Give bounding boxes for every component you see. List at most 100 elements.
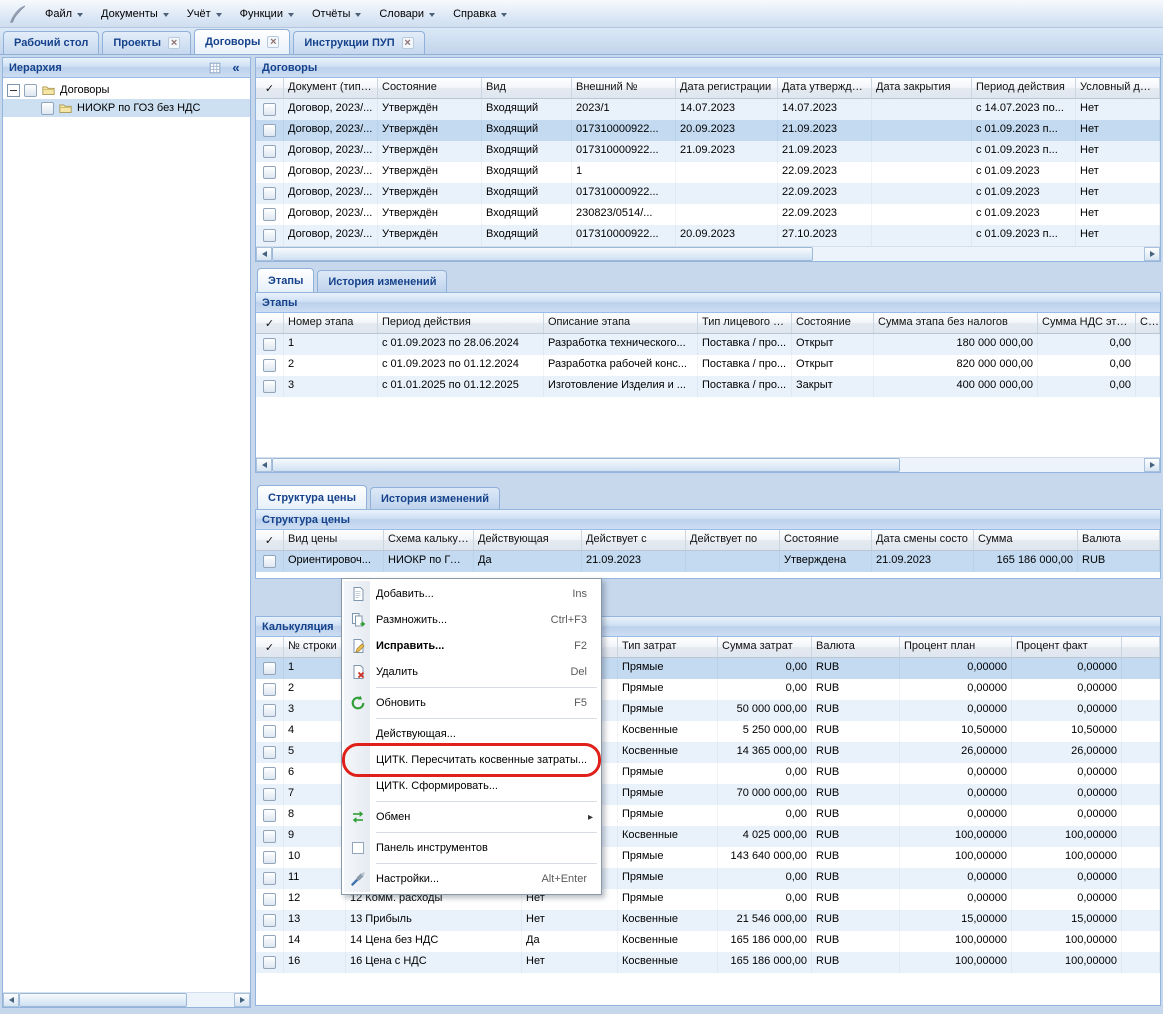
row-checkbox[interactable] xyxy=(263,809,276,822)
column-header[interactable]: Вид цены xyxy=(284,530,384,550)
column-header[interactable]: Вид xyxy=(482,78,572,98)
column-header[interactable]: Описание этапа xyxy=(544,313,698,333)
table-row[interactable]: Договор, 2023/...УтверждёнВходящий230823… xyxy=(256,204,1160,225)
scroll-left-button[interactable] xyxy=(256,458,272,472)
column-header[interactable]: Сумма затрат xyxy=(718,637,812,657)
table-row[interactable]: 3с 01.01.2025 по 01.12.2025Изготовление … xyxy=(256,376,1160,397)
table-row[interactable]: Договор, 2023/...УтверждёнВходящий017310… xyxy=(256,141,1160,162)
table-row[interactable]: 1313 ПрибыльНетКосвенные21 546 000,00RUB… xyxy=(256,910,1160,931)
scrollbar-track[interactable] xyxy=(19,993,234,1007)
menubar-item[interactable]: Файл xyxy=(36,3,92,25)
column-header[interactable]: Схема калькуляци xyxy=(384,530,474,550)
scrollbar-thumb[interactable] xyxy=(272,458,900,472)
row-checkbox[interactable] xyxy=(263,893,276,906)
column-header[interactable]: Период действия xyxy=(378,313,544,333)
column-header[interactable]: Внешний № xyxy=(572,78,676,98)
table-row[interactable]: Договор, 2023/...УтверждёнВходящий017310… xyxy=(256,120,1160,141)
column-header[interactable]: Действующая xyxy=(474,530,582,550)
row-checkbox[interactable] xyxy=(263,555,276,568)
scroll-right-button[interactable] xyxy=(1144,458,1160,472)
row-checkbox[interactable] xyxy=(263,746,276,759)
scrollbar-thumb[interactable] xyxy=(19,993,187,1007)
context-menu-item[interactable]: Действующая... xyxy=(344,721,599,747)
tab-close-icon[interactable]: × xyxy=(402,37,414,49)
context-menu-item[interactable]: Исправить...F2 xyxy=(344,633,599,659)
menubar-item[interactable]: Документы xyxy=(92,3,178,25)
column-header[interactable]: Номер этапа xyxy=(284,313,378,333)
row-checkbox[interactable] xyxy=(263,788,276,801)
context-menu-item[interactable]: Обмен▸ xyxy=(344,804,599,830)
column-header[interactable]: Тип лицевого счёт xyxy=(698,313,792,333)
row-checkbox[interactable] xyxy=(263,145,276,158)
tree-checkbox[interactable] xyxy=(41,102,54,115)
stages-hscrollbar[interactable] xyxy=(256,457,1160,472)
row-checkbox[interactable] xyxy=(263,851,276,864)
context-menu-item[interactable]: Добавить...Ins xyxy=(344,581,599,607)
tab-close-icon[interactable]: × xyxy=(168,37,180,49)
column-header[interactable]: Состояние xyxy=(780,530,872,550)
main-tab[interactable]: Проекты× xyxy=(102,31,191,54)
column-header[interactable]: Сум... xyxy=(1136,313,1160,333)
table-row[interactable]: 1414 Цена без НДСДаКосвенные165 186 000,… xyxy=(256,931,1160,952)
context-menu-item[interactable]: ОбновитьF5 xyxy=(344,690,599,716)
collapse-panel-icon[interactable]: « xyxy=(228,60,244,76)
hierarchy-hscrollbar[interactable] xyxy=(3,992,250,1007)
tab-close-icon[interactable]: × xyxy=(267,36,279,48)
scroll-right-button[interactable] xyxy=(234,993,250,1007)
scrollbar-thumb[interactable] xyxy=(272,247,813,261)
scroll-left-button[interactable] xyxy=(256,247,272,261)
tree-node[interactable]: Договоры xyxy=(3,81,250,99)
subtab[interactable]: Структура цены xyxy=(257,485,367,509)
main-tab[interactable]: Рабочий стол xyxy=(3,31,99,54)
context-menu-item[interactable]: Панель инструментов xyxy=(344,835,599,861)
column-header[interactable]: № строки xyxy=(284,637,346,657)
tree-checkbox[interactable] xyxy=(24,84,37,97)
subtab[interactable]: Этапы xyxy=(257,268,314,292)
column-header[interactable]: Состояние xyxy=(792,313,874,333)
row-checkbox[interactable] xyxy=(263,767,276,780)
column-header[interactable]: Сумма НДС этапа xyxy=(1038,313,1136,333)
contracts-hscrollbar[interactable] xyxy=(256,246,1160,261)
subtab[interactable]: История изменений xyxy=(317,270,447,292)
row-checkbox[interactable] xyxy=(263,956,276,969)
table-row[interactable]: 1с 01.09.2023 по 28.06.2024Разработка те… xyxy=(256,334,1160,355)
main-tab[interactable]: Инструкции ПУП× xyxy=(293,31,424,54)
row-checkbox[interactable] xyxy=(263,935,276,948)
row-checkbox[interactable] xyxy=(263,166,276,179)
table-row[interactable]: 2с 01.09.2023 по 01.12.2024Разработка ра… xyxy=(256,355,1160,376)
context-menu-item[interactable]: Настройки...Alt+Enter xyxy=(344,866,599,892)
row-checkbox[interactable] xyxy=(263,103,276,116)
row-checkbox[interactable] xyxy=(263,914,276,927)
table-row[interactable]: Договор, 2023/...УтверждёнВходящий2023/1… xyxy=(256,99,1160,120)
grid-view-icon[interactable] xyxy=(207,60,223,76)
tree-node[interactable]: НИОКР по ГОЗ без НДС xyxy=(3,99,250,117)
column-header[interactable]: Период действия xyxy=(972,78,1076,98)
menubar-item[interactable]: Учёт xyxy=(178,3,231,25)
column-header[interactable]: Дата смены состо xyxy=(872,530,974,550)
column-header[interactable]: Действует с xyxy=(582,530,686,550)
tree-expander-icon[interactable] xyxy=(7,84,20,97)
row-checkbox[interactable] xyxy=(263,380,276,393)
row-checkbox[interactable] xyxy=(263,124,276,137)
select-column-header[interactable]: ✓ xyxy=(256,78,284,98)
table-row[interactable]: Договор, 2023/...УтверждёнВходящий122.09… xyxy=(256,162,1160,183)
row-checkbox[interactable] xyxy=(263,662,276,675)
scroll-left-button[interactable] xyxy=(3,993,19,1007)
column-header[interactable]: Документ (тип, № xyxy=(284,78,378,98)
table-row[interactable]: Договор, 2023/...УтверждёнВходящий017310… xyxy=(256,225,1160,246)
column-header[interactable]: Дата закрытия xyxy=(872,78,972,98)
scroll-right-button[interactable] xyxy=(1144,247,1160,261)
row-checkbox[interactable] xyxy=(263,187,276,200)
row-checkbox[interactable] xyxy=(263,683,276,696)
column-header[interactable] xyxy=(1122,637,1160,657)
menubar-item[interactable]: Справка xyxy=(444,3,516,25)
row-checkbox[interactable] xyxy=(263,725,276,738)
table-row[interactable]: Ориентировоч...НИОКР по ГОЗ ...Да21.09.2… xyxy=(256,551,1160,572)
column-header[interactable]: Процент план xyxy=(900,637,1012,657)
row-checkbox[interactable] xyxy=(263,359,276,372)
subtab[interactable]: История изменений xyxy=(370,487,500,509)
table-row[interactable]: 1616 Цена с НДСНетКосвенные165 186 000,0… xyxy=(256,952,1160,973)
scrollbar-track[interactable] xyxy=(272,458,1144,472)
column-header[interactable]: Тип затрат xyxy=(618,637,718,657)
main-tab[interactable]: Договоры× xyxy=(194,29,290,54)
